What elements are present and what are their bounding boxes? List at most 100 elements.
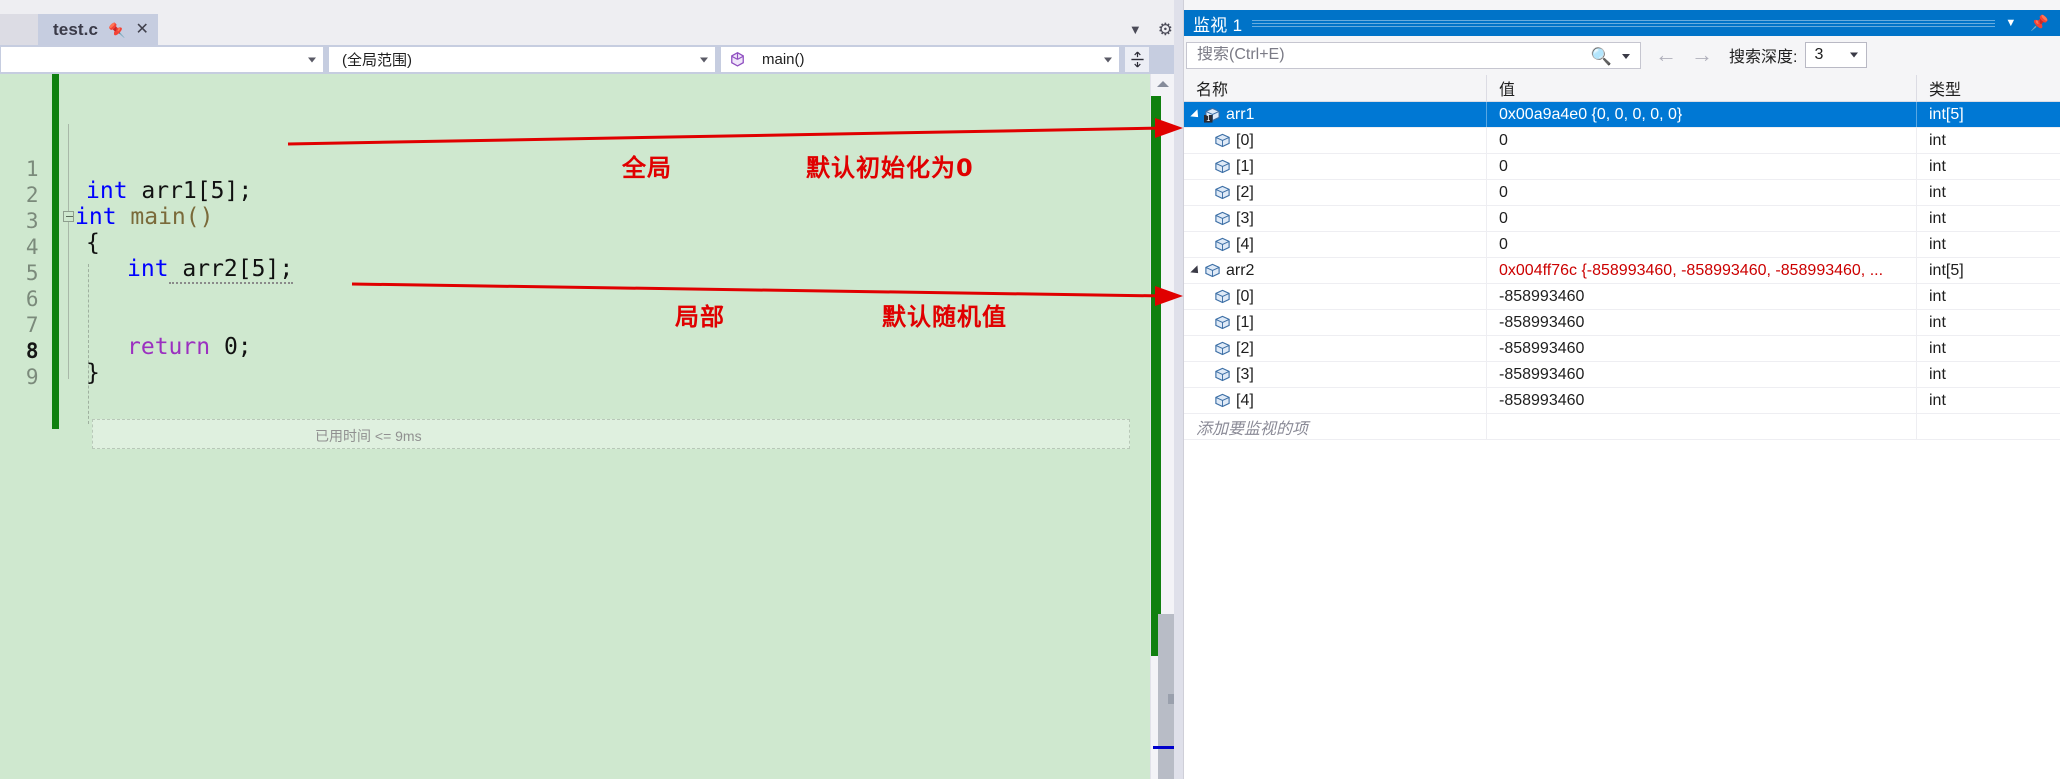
watch-row[interactable]: [0] -858993460 int [1184,284,2060,310]
watch-row[interactable]: 1 arr1 0x00a9a4e0 {0, 0, 0, 0, 0} int[5] [1184,102,2060,128]
watch-row-value-cell[interactable]: -858993460 [1487,310,1917,335]
chevron-down-icon [1104,57,1112,62]
code-surface[interactable]: 1 2 3 4 5 6 7 8 9 int arr1[5]; int main(… [0,74,1183,779]
watch-row-value-cell[interactable]: -858993460 [1487,284,1917,309]
line-number-gutter: 1 2 3 4 5 6 7 8 9 [0,74,42,779]
watch-row-value-cell[interactable]: 0 [1487,206,1917,231]
project-combo[interactable] [0,46,324,73]
watch-variable-type: int [1929,365,1946,383]
collapse-outline-toggle[interactable] [63,211,74,222]
watch-variable-name: [2] [1236,339,1254,357]
watch-add-item-row[interactable]: 添加要监视的项 [1184,414,2060,440]
watch-row[interactable]: arr2 0x004ff76c {-858993460, -858993460, … [1184,258,2060,284]
pane-splitter[interactable] [1174,0,1183,779]
watch-row-type-cell: int[5] [1917,258,2060,283]
chevron-down-icon[interactable]: ▼ [1129,23,1142,36]
line-number: 1 [25,157,39,181]
arrow-left-icon[interactable]: ← [1655,44,1677,66]
gear-icon[interactable]: ⚙ [1158,21,1173,38]
line-number: 5 [25,261,39,285]
elapsed-time-value: <= 9ms [374,428,422,444]
watch-row-name-cell[interactable]: [2] [1184,336,1487,361]
column-header-type[interactable]: 类型 [1917,75,2060,101]
watch-row-name-cell[interactable]: [2] [1184,180,1487,205]
scroll-up-arrow-icon[interactable] [1151,74,1175,94]
watch-row-name-cell[interactable]: [4] [1184,232,1487,257]
watch-row-name-cell[interactable]: [0] [1184,284,1487,309]
watch-row-value-cell[interactable]: 0 [1487,180,1917,205]
add-item-type-cell [1917,414,2060,439]
close-icon[interactable]: ✕ [135,21,148,38]
watch-row-name-cell[interactable]: [3] [1184,206,1487,231]
window-drag-handle[interactable] [1252,17,1996,29]
scope-combo[interactable]: (全局范围) [328,46,716,73]
chevron-down-icon [1850,52,1859,58]
column-header-value[interactable]: 值 [1487,75,1917,101]
watch-variable-value: 0 [1499,183,1508,201]
method-cube-icon [729,51,746,68]
watch-row-value-cell[interactable]: 0x004ff76c {-858993460, -858993460, -858… [1487,258,1917,283]
tab-strip-left-stub [0,14,38,45]
element-icon [1214,393,1231,409]
watch-row-value-cell[interactable]: -858993460 [1487,362,1917,387]
watch-row[interactable]: [3] -858993460 int [1184,362,2060,388]
element-icon [1214,211,1231,227]
watch-row-value-cell[interactable]: -858993460 [1487,388,1917,413]
watch-variable-type: int [1929,157,1946,175]
watch-row-value-cell[interactable]: 0 [1487,232,1917,257]
line-number: 9 [25,365,39,389]
watch-variable-name: [4] [1236,391,1254,409]
line-number: 3 [25,209,39,233]
search-depth-combo[interactable]: 3 [1805,42,1868,68]
element-icon [1214,133,1231,149]
editor-vertical-scrollbar[interactable] [1150,74,1176,779]
pin-icon[interactable]: 📌 [108,22,125,38]
watch-row[interactable]: [1] 0 int [1184,154,2060,180]
watch-row-value-cell[interactable]: 0 [1487,128,1917,153]
line-number-current: 8 [25,339,39,363]
watch-row-value-cell[interactable]: 0x00a9a4e0 {0, 0, 0, 0, 0} [1487,102,1917,127]
watch-row-value-cell[interactable]: -858993460 [1487,336,1917,361]
watch-row-name-cell[interactable]: 1 arr1 [1184,102,1487,127]
watch-title-bar[interactable]: 监视 1 ▼ 📌 [1184,10,2060,36]
watch-row-name-cell[interactable]: [4] [1184,388,1487,413]
chevron-down-icon[interactable]: ▼ [2005,17,2016,29]
add-item-value-cell[interactable] [1487,414,1917,439]
watch-row[interactable]: [4] 0 int [1184,232,2060,258]
search-icon[interactable]: 🔍 [1591,47,1612,67]
code-line-5: int arr2[5]; [127,256,294,284]
watch-row-name-cell[interactable]: [3] [1184,362,1487,387]
watch-row[interactable]: [2] -858993460 int [1184,336,2060,362]
document-tab-test-c[interactable]: test.c 📌 ✕ [38,14,158,45]
split-window-icon[interactable] [1124,46,1150,73]
pin-icon[interactable]: 📌 [2030,16,2049,31]
watch-row[interactable]: [4] -858993460 int [1184,388,2060,414]
watch-row[interactable]: [1] -858993460 int [1184,310,2060,336]
column-header-name[interactable]: 名称 [1184,75,1487,101]
watch-row[interactable]: [2] 0 int [1184,180,2060,206]
watch-row-name-cell[interactable]: [1] [1184,154,1487,179]
watch-row-value-cell[interactable]: 0 [1487,154,1917,179]
expand-collapse-triangle-icon[interactable] [1188,268,1204,274]
member-combo-label: main() [762,51,805,68]
watch-row[interactable]: [0] 0 int [1184,128,2060,154]
search-input[interactable] [1187,46,1582,64]
expand-collapse-triangle-icon[interactable] [1188,112,1204,118]
arrow-right-icon[interactable]: → [1691,44,1713,66]
watch-row-name-cell[interactable]: arr2 [1184,258,1487,283]
watch-variable-value: -858993460 [1499,339,1585,357]
watch-row-name-cell[interactable]: [0] [1184,128,1487,153]
watch-variable-name: arr1 [1226,105,1255,123]
line-number: 2 [25,183,39,207]
tab-strip-controls: ▼ ⚙ [1129,14,1173,45]
watch-row[interactable]: [3] 0 int [1184,206,2060,232]
watch-row-type-cell: int [1917,336,2060,361]
member-combo[interactable]: main() [720,46,1120,73]
watch-rows-container: 1 arr1 0x00a9a4e0 {0, 0, 0, 0, 0} int[5] [0]… [1184,102,2060,414]
watch-variable-value: -858993460 [1499,365,1585,383]
watch-variable-type: int[5] [1929,261,1964,279]
code-line-8: return 0; [127,334,252,360]
watch-search-box[interactable]: 🔍 [1186,41,1641,69]
watch-row-name-cell[interactable]: [1] [1184,310,1487,335]
chevron-down-icon[interactable] [1622,53,1630,59]
